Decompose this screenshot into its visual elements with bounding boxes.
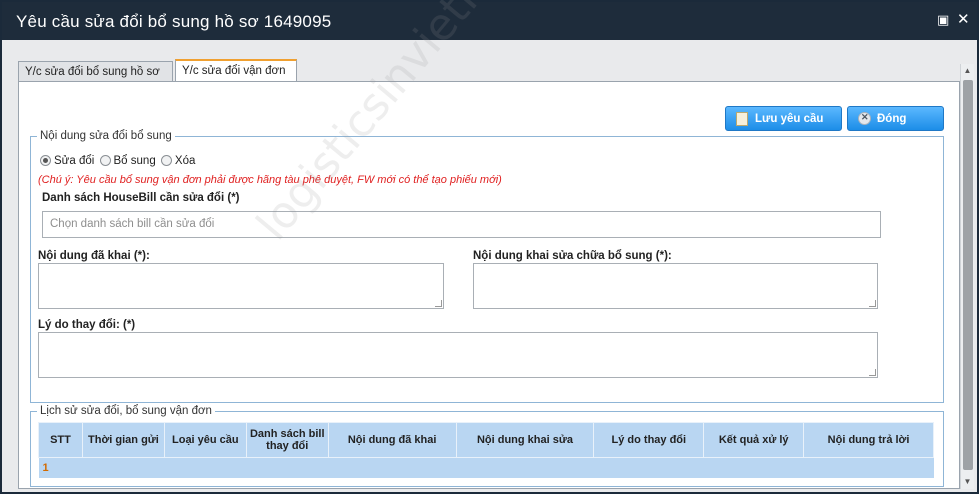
close-icon[interactable]: ✕: [957, 12, 970, 27]
amend-content-label: Nội dung khai sửa chữa bổ sung (*):: [473, 250, 672, 262]
table-row[interactable]: 1: [38, 457, 934, 478]
action-radio-group: Sửa đổi Bổ sung Xóa: [40, 155, 197, 167]
declared-content-textarea[interactable]: [38, 263, 444, 309]
vertical-scrollbar[interactable]: ▲ ▼: [960, 64, 974, 489]
scroll-down-icon[interactable]: ▼: [961, 475, 974, 489]
col-stt[interactable]: STT: [38, 422, 83, 458]
col-request-type[interactable]: Loại yêu cầu: [163, 422, 247, 458]
reason-textarea[interactable]: [38, 332, 878, 378]
warning-note: (Chú ý: Yêu cầu bổ sung vận đơn phải đượ…: [38, 174, 502, 186]
radio-amend[interactable]: Sửa đổi: [40, 155, 94, 167]
resize-grip-icon[interactable]: [435, 300, 442, 307]
history-group-legend: Lịch sử sửa đổi, bổ sung vận đơn: [40, 405, 212, 417]
close-circle-icon: [858, 112, 871, 125]
radio-supplement[interactable]: Bổ sung: [99, 155, 156, 167]
tab-amend-bill[interactable]: Y/c sửa đổi vận đơn: [175, 59, 297, 82]
close-label: Đóng: [877, 113, 907, 125]
maximize-icon[interactable]: ▣: [937, 13, 949, 26]
save-icon: [736, 112, 748, 126]
scroll-thumb[interactable]: [963, 80, 973, 470]
close-button[interactable]: Đóng: [847, 106, 944, 131]
declared-content-label: Nội dung đã khai (*):: [38, 250, 150, 262]
radio-supplement-label: Bổ sung: [113, 155, 156, 167]
resize-grip-icon[interactable]: [869, 300, 876, 307]
amend-content-textarea[interactable]: [473, 263, 878, 309]
col-sent-time[interactable]: Thời gian gửi: [81, 422, 165, 458]
tab-amend-dossier[interactable]: Y/c sửa đổi bổ sung hồ sơ: [18, 61, 173, 82]
save-request-button[interactable]: Lưu yêu cầu: [725, 106, 842, 131]
table-header-row: STT Thời gian gửi Loại yêu cầu Danh sách…: [38, 422, 934, 458]
housebill-label: Danh sách HouseBill cần sửa đổi (*): [42, 192, 240, 204]
row-number: 1: [38, 457, 934, 478]
reason-label: Lý do thay đổi: (*): [38, 319, 136, 331]
history-table: STT Thời gian gửi Loại yêu cầu Danh sách…: [38, 422, 934, 478]
edit-group-legend: Nội dung sửa đổi bổ sung: [40, 130, 172, 142]
dialog-window: Yêu cầu sửa đổi bổ sung hồ sơ 1649095 ▣ …: [0, 0, 979, 494]
col-bill-list[interactable]: Danh sách bill thay đổi: [245, 422, 329, 458]
scroll-up-icon[interactable]: ▲: [961, 64, 974, 78]
col-result[interactable]: Kết quả xử lý: [703, 422, 805, 458]
housebill-select[interactable]: Chọn danh sách bill cần sửa đổi: [42, 211, 881, 238]
radio-dot[interactable]: [99, 155, 111, 166]
radio-delete[interactable]: Xóa: [160, 155, 196, 167]
radio-dot[interactable]: [160, 155, 172, 166]
resize-grip-icon[interactable]: [869, 369, 876, 376]
radio-delete-label: Xóa: [174, 155, 196, 167]
col-amended[interactable]: Nội dung khai sửa: [455, 422, 595, 458]
save-request-label: Lưu yêu cầu: [755, 113, 824, 125]
radio-dot[interactable]: [40, 155, 51, 166]
col-reason[interactable]: Lý do thay đổi: [593, 422, 705, 458]
col-reply[interactable]: Nội dung trả lời: [803, 422, 934, 458]
radio-amend-label: Sửa đổi: [54, 155, 95, 167]
dialog-title: Yêu cầu sửa đổi bổ sung hồ sơ 1649095: [16, 12, 332, 31]
col-declared[interactable]: Nội dung đã khai: [327, 422, 457, 458]
title-bar[interactable]: Yêu cầu sửa đổi bổ sung hồ sơ 1649095 ▣ …: [2, 2, 977, 40]
